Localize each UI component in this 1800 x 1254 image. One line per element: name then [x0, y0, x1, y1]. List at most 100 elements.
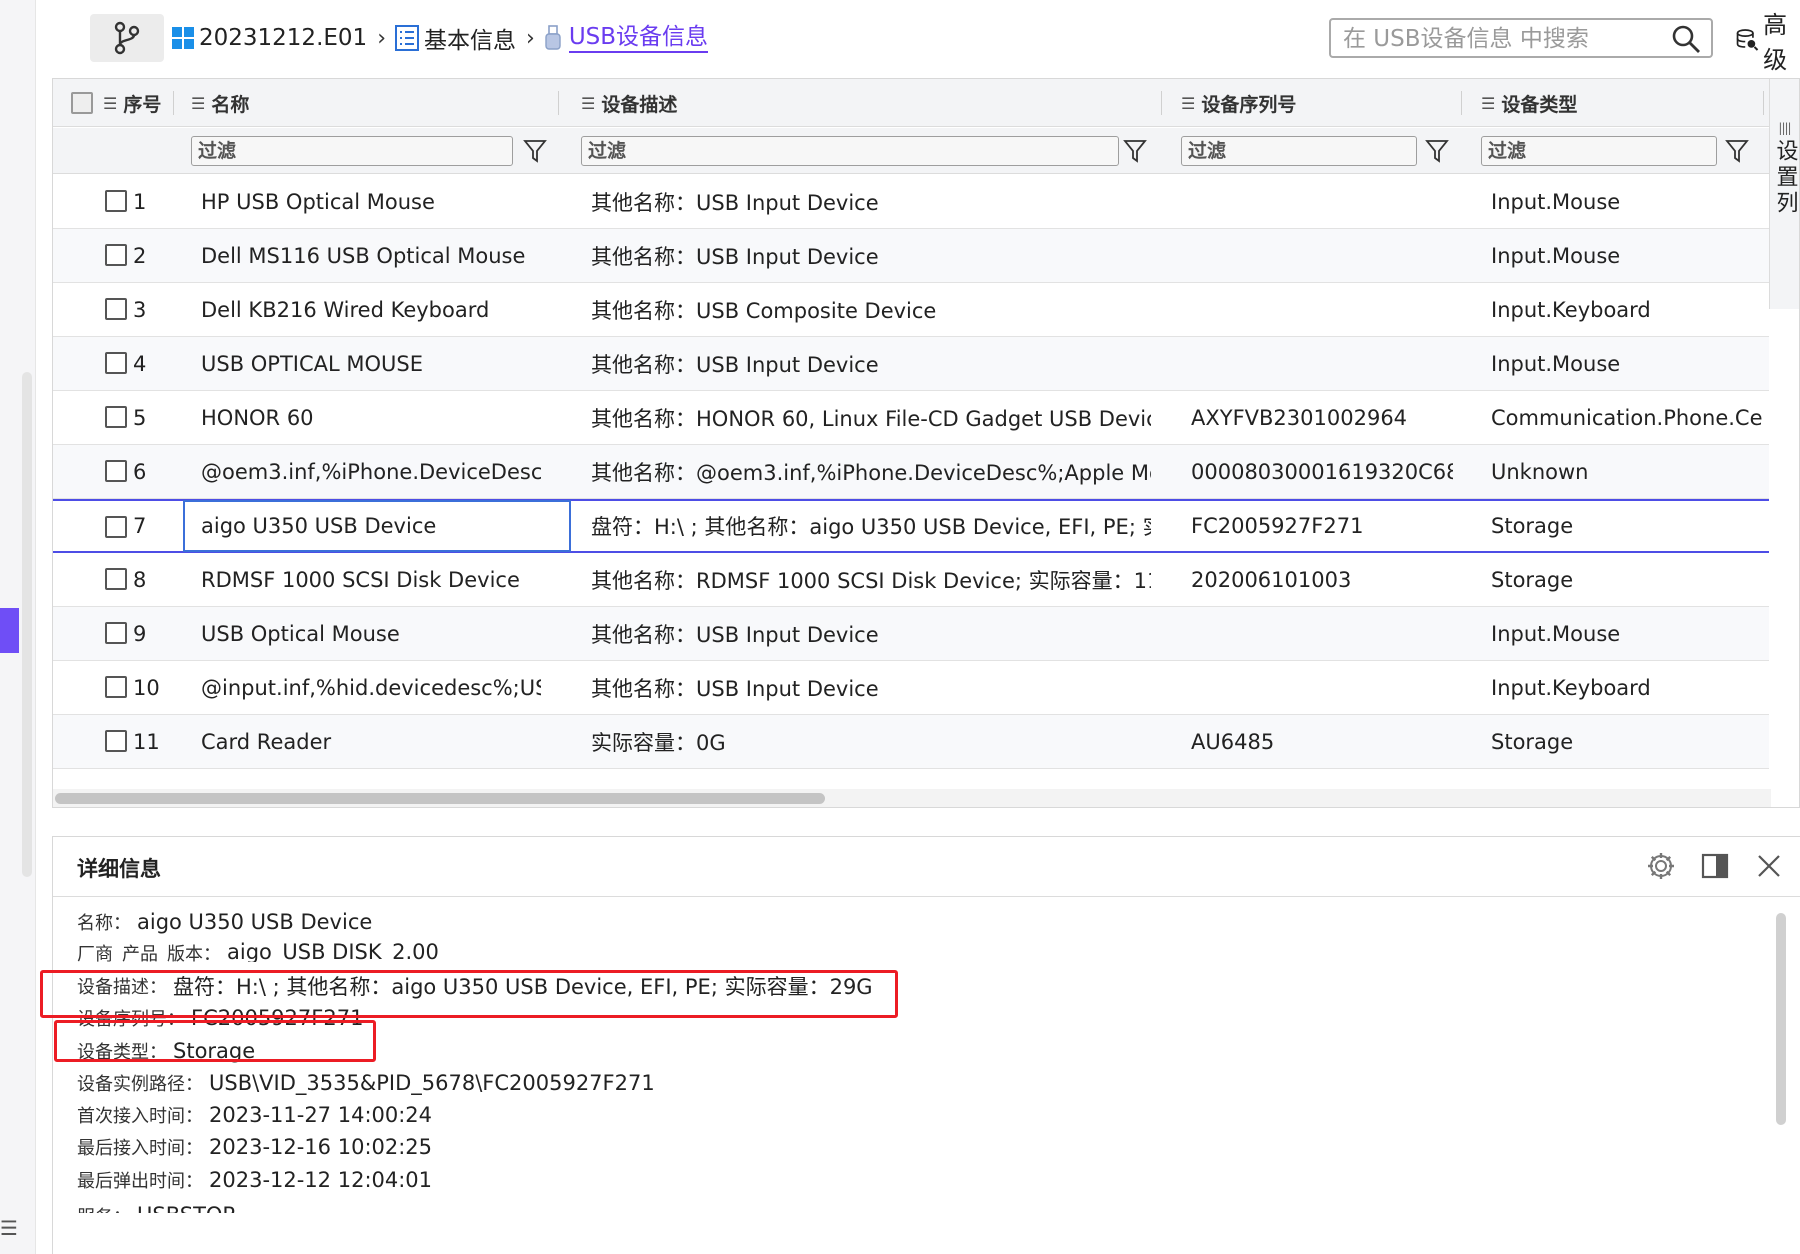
table-row[interactable]: 1 HP USB Optical Mouse 其他名称：USB Input De…	[53, 175, 1769, 229]
left-strip: ☰	[0, 0, 36, 1254]
filter-icon[interactable]	[523, 138, 547, 164]
row-checkbox[interactable]	[105, 622, 127, 644]
filter-icon[interactable]	[1425, 138, 1449, 164]
table-row[interactable]: 11 Card Reader 实际容量：0G AU6485 Storage	[53, 715, 1769, 769]
detail-field-key: 首次接入时间：	[77, 1106, 203, 1127]
cell-type: Communication.Phone.Cell	[1491, 405, 1763, 430]
breadcrumb-case[interactable]: 20231212.E01	[172, 25, 367, 51]
cell-serial	[1191, 283, 1453, 336]
split-panel-icon[interactable]	[1700, 851, 1730, 881]
list-doc-icon	[395, 25, 419, 51]
cell-name-focused[interactable]: aigo U350 USB Device	[183, 500, 571, 552]
cell-serial	[1191, 229, 1453, 282]
column-menu-icon: ☰	[191, 93, 206, 113]
filter-input-desc[interactable]	[581, 136, 1119, 166]
table-row[interactable]: 6 @oem3.inf,%iPhone.DeviceDesc%;A... 其他名…	[53, 445, 1769, 499]
detail-field-service: 服务： USBSTOR	[77, 1203, 237, 1213]
row-checkbox[interactable]	[105, 406, 127, 428]
cell-desc: 其他名称：RDMSF 1000 SCSI Disk Device; 实际容量：1…	[591, 568, 1151, 593]
row-checkbox[interactable]	[105, 298, 127, 320]
column-header-type-label: 设备类型	[1501, 93, 1578, 116]
column-divider[interactable]	[173, 91, 174, 115]
detail-field-value: aigo_USB DISK_2.00	[227, 940, 439, 962]
cell-type: Input.Keyboard	[1491, 675, 1651, 700]
gear-icon[interactable]	[1646, 851, 1676, 881]
column-divider[interactable]	[1763, 91, 1764, 115]
menu-icon[interactable]: ☰	[0, 1218, 20, 1238]
table-row[interactable]: 3 Dell KB216 Wired Keyboard 其他名称：USB Com…	[53, 283, 1769, 337]
filter-icon[interactable]	[1725, 138, 1749, 164]
horizontal-scrollbar[interactable]	[53, 789, 1771, 807]
search-icon[interactable]	[1671, 24, 1701, 54]
breadcrumb-usb-info[interactable]: USB设备信息	[543, 23, 709, 53]
row-checkbox[interactable]	[105, 460, 127, 482]
detail-field-serial: 设备序列号： FC2005927F271	[77, 1003, 363, 1033]
breadcrumb-separator: ›	[526, 25, 535, 51]
branch-button[interactable]	[90, 14, 164, 62]
detail-field-first-connect: 首次接入时间： 2023-11-27 14:00:24	[77, 1100, 432, 1130]
column-divider[interactable]	[1161, 91, 1162, 115]
cell-desc: 实际容量：0G	[591, 730, 726, 755]
row-checkbox[interactable]	[105, 516, 127, 538]
filter-input-type[interactable]	[1481, 136, 1717, 166]
cell-desc: 其他名称：USB Composite Device	[591, 298, 937, 323]
detail-field-value: 2023-12-12 12:04:01	[209, 1168, 433, 1192]
table-row[interactable]: 2 Dell MS116 USB Optical Mouse 其他名称：USB …	[53, 229, 1769, 283]
detail-field-value: FC2005927F271	[191, 1006, 364, 1030]
detail-field-instance-path: 设备实例路径： USB\VID_3535&PID_5678\FC2005927F…	[77, 1068, 655, 1098]
filter-input-serial[interactable]	[1181, 136, 1417, 166]
database-search-icon	[1736, 29, 1759, 51]
row-checkbox[interactable]	[105, 352, 127, 374]
cell-serial: AXYFVB2301002964	[1191, 405, 1408, 430]
cell-serial	[1191, 175, 1453, 228]
cell-no: 8	[133, 567, 147, 592]
column-header-no[interactable]: ☰ 序号	[103, 79, 161, 127]
cell-desc: 其他名称：USB Input Device	[591, 676, 879, 701]
detail-field-key: 厂商_产品_版本：	[77, 944, 221, 962]
breadcrumb-basic-info[interactable]: 基本信息	[394, 21, 516, 55]
close-icon[interactable]	[1754, 851, 1784, 881]
usb-icon	[545, 25, 561, 50]
table-row[interactable]: 10 @input.inf,%hid.devicedesc%;USB In...…	[53, 661, 1769, 715]
left-scrollbar[interactable]	[22, 372, 32, 877]
row-checkbox[interactable]	[105, 190, 127, 212]
column-divider[interactable]	[1461, 91, 1462, 115]
column-header-serial-label: 设备序列号	[1201, 93, 1297, 116]
filter-input-name[interactable]	[191, 136, 513, 166]
cell-no: 1	[133, 189, 147, 214]
table-row[interactable]: 5 HONOR 60 其他名称：HONOR 60, Linux File-CD …	[53, 391, 1769, 445]
row-checkbox[interactable]	[105, 676, 127, 698]
column-header-name-label: 名称	[211, 93, 250, 116]
table-row[interactable]: 4 USB OPTICAL MOUSE 其他名称：USB Input Devic…	[53, 337, 1769, 391]
cell-serial: AU6485	[1191, 729, 1275, 754]
row-checkbox[interactable]	[105, 730, 127, 752]
column-header-desc[interactable]: ☰ 设备描述	[581, 79, 677, 127]
select-all-checkbox[interactable]	[71, 92, 93, 114]
detail-field-key: 设备实例路径：	[77, 1074, 203, 1095]
detail-field-key: 设备描述：	[77, 977, 167, 998]
usb-device-grid: ☰序号 ☰名称 ☰设备描述 ☰设备序列号 ☰设备类型 |||| 设置列 1 HP…	[52, 78, 1800, 808]
filter-icon[interactable]	[1123, 138, 1147, 164]
cell-desc: 其他名称：USB Input Device	[591, 622, 879, 647]
row-checkbox[interactable]	[105, 568, 127, 590]
column-header-name[interactable]: ☰ 名称	[191, 79, 249, 127]
table-row[interactable]: 9 USB Optical Mouse 其他名称：USB Input Devic…	[53, 607, 1769, 661]
search-input[interactable]	[1343, 24, 1653, 54]
column-divider[interactable]	[558, 91, 559, 115]
cell-serial: 00008030001619320C688...	[1191, 459, 1453, 484]
cell-type: Input.Mouse	[1491, 351, 1621, 376]
advanced-search-button[interactable]: 高级	[1736, 11, 1800, 74]
column-header-serial[interactable]: ☰ 设备序列号	[1181, 79, 1296, 127]
detail-vertical-scrollbar[interactable]	[1776, 913, 1786, 1125]
table-row[interactable]: 8 RDMSF 1000 SCSI Disk Device 其他名称：RDMSF…	[53, 553, 1769, 607]
row-checkbox[interactable]	[105, 244, 127, 266]
column-header-type[interactable]: ☰ 设备类型	[1481, 79, 1577, 127]
column-menu-icon: ☰	[581, 93, 596, 113]
column-settings-button[interactable]: |||| 设置列	[1769, 79, 1799, 309]
table-row-selected[interactable]: 7 aigo U350 USB Device 盘符：H:\ ; 其他名称：aig…	[53, 499, 1769, 553]
cell-desc: 其他名称：USB Input Device	[591, 244, 879, 269]
horizontal-scrollbar-thumb[interactable]	[55, 793, 825, 804]
cell-no: 10	[133, 675, 160, 700]
cell-no: 7	[133, 514, 147, 538]
cell-desc: 其他名称：USB Input Device	[591, 190, 879, 215]
